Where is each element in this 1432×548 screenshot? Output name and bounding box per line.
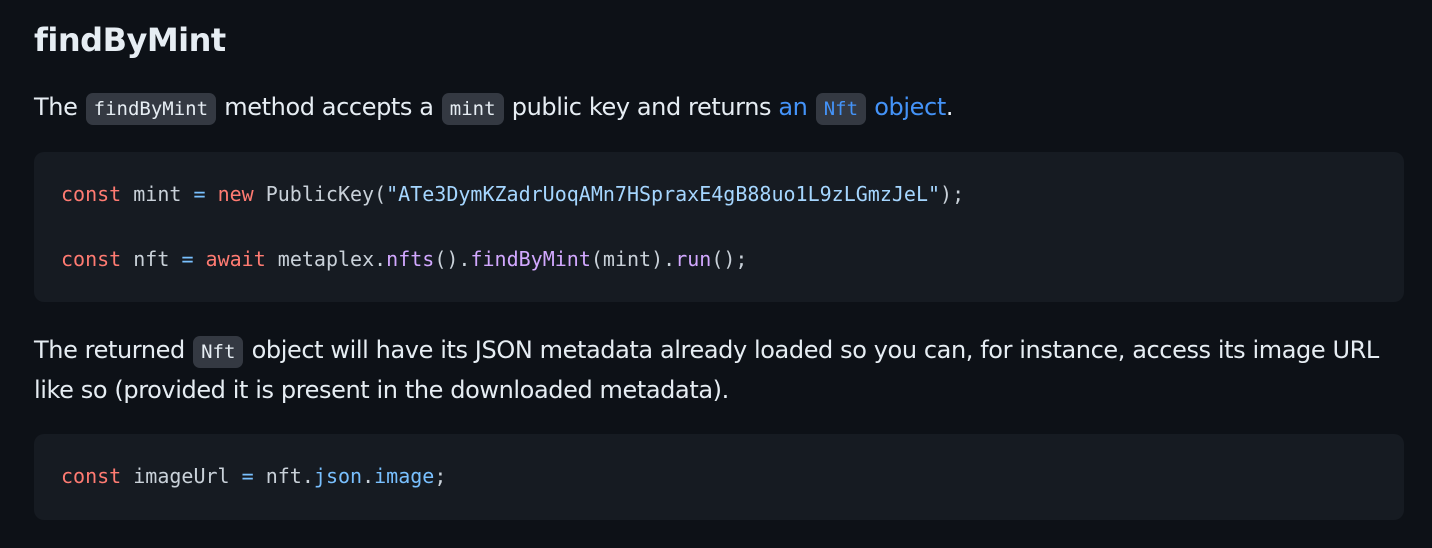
identifier: metaplex. — [265, 247, 387, 271]
nft-object-link[interactable]: an Nft object — [778, 93, 946, 125]
inline-code-findbymint: findByMint — [85, 93, 217, 125]
property: json — [313, 464, 363, 488]
code-line-2: const nft = await metaplex.nfts().findBy… — [61, 243, 1377, 275]
punctuation: ; — [434, 464, 447, 488]
text: The — [34, 93, 85, 121]
punctuation: ); — [940, 182, 965, 206]
punctuation: (); — [711, 247, 748, 271]
identifier: mint — [121, 182, 194, 206]
text: public key and returns — [504, 93, 779, 121]
punctuation: (). — [434, 247, 471, 271]
code-block-image-url: const imageUrl = nft.json.image; — [34, 434, 1404, 520]
text: . — [945, 93, 954, 121]
inline-code-nft-link: Nft — [815, 93, 867, 125]
keyword: const — [61, 464, 122, 488]
inline-code-nft: Nft — [193, 336, 244, 368]
property: image — [374, 464, 435, 488]
operator: = — [193, 182, 206, 206]
operator: = — [241, 464, 254, 488]
punctuation: (mint). — [590, 247, 676, 271]
text: The returned — [34, 336, 193, 364]
code-block-findbymint: const mint = new PublicKey("ATe3DymKZadr… — [34, 152, 1404, 302]
punctuation: . — [362, 464, 375, 488]
function-call: findByMint — [470, 247, 591, 271]
keyword: const — [61, 247, 122, 271]
operator: = — [181, 247, 194, 271]
function-call: run — [675, 247, 712, 271]
code-line-1: const imageUrl = nft.json.image; — [61, 460, 1377, 492]
function-call: nfts — [386, 247, 435, 271]
class-name: PublicKey( — [253, 182, 387, 206]
keyword: new — [217, 182, 254, 206]
code-line-1: const mint = new PublicKey("ATe3DymKZadr… — [61, 178, 1377, 210]
section-heading: findByMint — [34, 21, 226, 59]
identifier: nft — [121, 247, 182, 271]
text: method accepts a — [217, 93, 441, 121]
keyword: await — [205, 247, 266, 271]
identifier: nft. — [253, 464, 314, 488]
identifier: imageUrl — [121, 464, 242, 488]
paragraph-intro: The findByMint method accepts a mint pub… — [34, 88, 1404, 128]
string-literal: "ATe3DymKZadrUoqAMn7HSpraxE4gB88uo1L9zLG… — [386, 182, 941, 206]
paragraph-returned-nft: The returned Nft object will have its JS… — [34, 331, 1404, 409]
link-text: object — [867, 93, 946, 121]
link-text: an — [778, 93, 815, 121]
keyword: const — [61, 182, 122, 206]
inline-code-mint: mint — [441, 93, 504, 125]
